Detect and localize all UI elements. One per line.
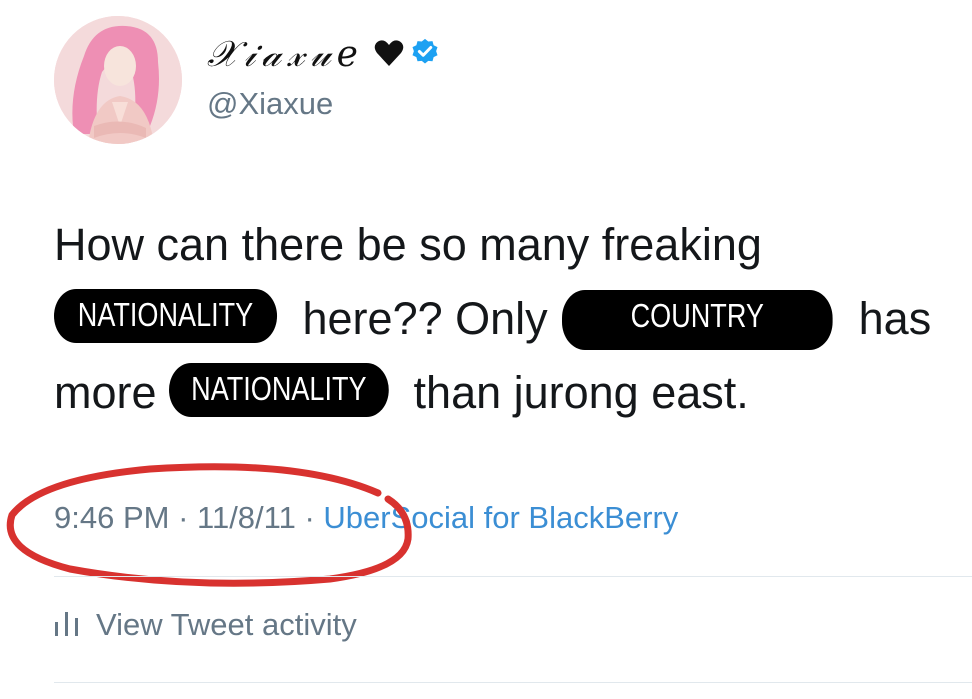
tweet-text-segment: than jurong east.: [401, 367, 749, 418]
tweet-text: How can there be so many freaking NATION…: [54, 208, 964, 430]
view-tweet-activity-link[interactable]: View Tweet activity: [54, 606, 357, 644]
tweet-text-segment: How can there be so many freaking: [54, 219, 762, 270]
avatar-image: [54, 16, 182, 144]
tweet-text-segment: more: [54, 367, 170, 418]
tweet-line-1: How can there be so many freaking: [54, 208, 964, 282]
bars-icon: [54, 606, 80, 644]
display-name[interactable]: 𝒳𝒾𝒶𝓍𝓊𝑒: [207, 34, 440, 76]
view-tweet-activity-label: View Tweet activity: [96, 607, 357, 642]
redaction-label: NATIONALITY: [169, 363, 389, 418]
meta-separator: ·: [169, 500, 198, 535]
tweet-meta: 9:46 PM · 11/8/11 · UberSocial for Black…: [54, 500, 678, 536]
meta-separator: ·: [295, 500, 324, 535]
tweet-line-2: NATIONALITY here?? Only COUNTRY has: [54, 282, 964, 356]
heart-icon: [374, 35, 404, 76]
source-link[interactable]: UberSocial for BlackBerry: [323, 500, 678, 535]
tweet-date[interactable]: 11/8/11: [197, 500, 296, 535]
tweet-text-segment: here?? Only: [290, 293, 561, 344]
divider: [54, 682, 972, 683]
tweet-text-segment: has: [846, 293, 932, 344]
redaction-label: COUNTRY: [562, 290, 833, 351]
avatar[interactable]: [54, 16, 182, 144]
handle[interactable]: @Xiaxue: [207, 86, 333, 122]
verified-icon: [410, 35, 440, 76]
divider: [54, 576, 972, 577]
tweet-time[interactable]: 9:46 PM: [54, 500, 169, 535]
redaction-label: NATIONALITY: [54, 289, 278, 344]
display-name-text: 𝒳𝒾𝒶𝓍𝓊𝑒: [207, 34, 364, 75]
tweet-line-3: more NATIONALITY than jurong east.: [54, 356, 964, 430]
